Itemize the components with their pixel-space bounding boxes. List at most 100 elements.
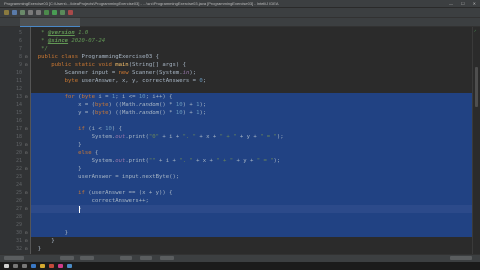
code-token: ". " — [179, 158, 193, 164]
code-token: 10 — [138, 94, 146, 100]
code-token: * — [31, 30, 48, 36]
fold-marker-icon[interactable]: ⊟ — [25, 205, 27, 213]
editor-tab-bar — [0, 18, 480, 27]
chrome-icon[interactable] — [49, 264, 54, 268]
code-token: " = " — [256, 158, 274, 164]
code-token: ); — [273, 158, 281, 164]
code-token: } — [31, 206, 82, 212]
save-icon[interactable] — [12, 10, 17, 15]
line-number: 19 — [15, 142, 22, 148]
app-icon[interactable] — [67, 264, 72, 268]
code-line: byte userAnswer, x, y, correctAnswers = … — [31, 77, 207, 85]
line-number: 32 — [15, 246, 22, 252]
undo-icon[interactable] — [28, 10, 33, 15]
debug-icon[interactable] — [60, 10, 65, 15]
code-token: Scanner(System. — [132, 70, 183, 76]
line-number: 16 — [15, 118, 22, 124]
code-token: + x + — [192, 158, 217, 164]
fold-marker-icon[interactable]: ⊟ — [25, 141, 27, 149]
stop-icon[interactable] — [68, 10, 73, 15]
code-token: .print( — [125, 134, 149, 140]
folder-icon[interactable] — [4, 10, 9, 15]
close-button[interactable]: ✕ — [473, 0, 476, 7]
fold-marker-icon[interactable]: ⊟ — [25, 245, 27, 253]
code-editor[interactable]: * @version 1.0 * @since 2020-07-24 */ pu… — [31, 27, 472, 254]
fold-marker-icon[interactable]: ⊟ — [25, 125, 27, 133]
fold-marker-icon[interactable]: ⊟ — [25, 149, 27, 157]
taskbar-icons — [4, 264, 72, 268]
windows-icon[interactable] — [4, 264, 9, 268]
minimize-button[interactable]: — — [449, 0, 453, 7]
line-number: 8 — [18, 54, 22, 60]
explorer-icon[interactable] — [40, 264, 45, 268]
tool-window-button[interactable] — [80, 256, 94, 260]
fold-marker-icon[interactable]: ⊟ — [25, 229, 27, 237]
event-log-button[interactable] — [450, 256, 472, 260]
tool-window-button[interactable] — [4, 256, 24, 260]
redo-icon[interactable] — [36, 10, 41, 15]
fold-marker-icon[interactable]: ⊟ — [25, 53, 27, 61]
tool-window-button[interactable] — [140, 256, 152, 260]
line-number: 20 — [15, 150, 22, 156]
task-view-icon[interactable] — [22, 264, 27, 268]
line-number: 17 — [15, 126, 22, 132]
line-number: 23 — [15, 174, 22, 180]
fold-marker-icon[interactable]: ⊟ — [25, 165, 27, 173]
line-number: 11 — [15, 78, 22, 84]
code-token: 1.0 — [74, 30, 89, 36]
scrollbar-thumb[interactable] — [475, 67, 478, 107]
build-icon[interactable] — [44, 10, 49, 15]
code-token: } — [31, 142, 82, 148]
code-token: System. — [31, 158, 116, 164]
code-token: " = " — [260, 134, 277, 140]
code-token: Scanner input = — [31, 70, 119, 76]
line-number: 28 — [15, 214, 22, 220]
intellij-icon[interactable] — [58, 264, 63, 268]
search-icon[interactable] — [13, 264, 18, 268]
code-line: } — [31, 237, 54, 245]
code-token: } — [31, 230, 69, 236]
run-icon[interactable] — [52, 10, 57, 15]
line-number: 18 — [15, 134, 22, 140]
toolbar-icons — [4, 10, 73, 15]
status-bar — [0, 254, 480, 262]
code-line: * @version 1.0 — [31, 29, 88, 37]
code-token: System. — [31, 134, 116, 140]
fold-marker-icon[interactable]: ⊟ — [25, 189, 27, 197]
sync-icon[interactable] — [20, 10, 25, 15]
code-token: main — [115, 62, 129, 68]
os-taskbar — [0, 262, 480, 270]
line-number: 25 — [15, 190, 22, 196]
code-token: * — [31, 38, 48, 44]
code-line: public class ProgrammingExercise03 { — [31, 53, 159, 61]
code-token: (userAnswer == (x + y)) { — [88, 190, 173, 196]
code-token: ); — [199, 110, 207, 116]
code-token: ); — [276, 134, 284, 140]
code-token: public class — [31, 54, 82, 60]
code-line: for (byte i = 1; i <= 10; i++) { — [31, 93, 173, 101]
editor-scrollbar[interactable]: ✓ — [472, 27, 480, 254]
fold-marker-icon[interactable]: ⊟ — [25, 61, 27, 69]
code-token: out — [115, 134, 126, 140]
tool-window-button[interactable] — [160, 256, 174, 260]
tool-window-button[interactable] — [60, 256, 74, 260]
window-controls: — ☐ ✕ — [449, 0, 476, 7]
fold-marker-icon[interactable]: ⊟ — [25, 93, 27, 101]
maximize-button[interactable]: ☐ — [461, 0, 465, 7]
code-token: ) ((Math. — [108, 110, 139, 116]
code-token: byte — [95, 102, 109, 108]
code-token: if — [31, 126, 89, 132]
line-number: 24 — [15, 182, 22, 188]
line-number: 12 — [15, 86, 22, 92]
line-number: 21 — [15, 158, 22, 164]
tab-programming-exercise03[interactable] — [20, 18, 80, 27]
line-number-gutter: 5 6 7 8 9 10 11 12 13 14 15 16 17 18 19 20 21 22 23 24 25 26 2… — [0, 27, 31, 254]
code-line: y = (byte) ((Math.random() * 10) + 1); — [31, 109, 206, 117]
fold-marker-icon[interactable]: ⊟ — [25, 237, 27, 245]
code-line: System.out.print("0" + i + ". " + x + " … — [31, 133, 284, 141]
code-line: public static void main(String[] args) { — [31, 61, 186, 69]
edge-icon[interactable] — [31, 264, 36, 268]
tool-window-button[interactable] — [120, 256, 132, 260]
code-line: if (userAnswer == (x + y)) { — [31, 189, 172, 197]
line-number: 29 — [15, 222, 22, 228]
